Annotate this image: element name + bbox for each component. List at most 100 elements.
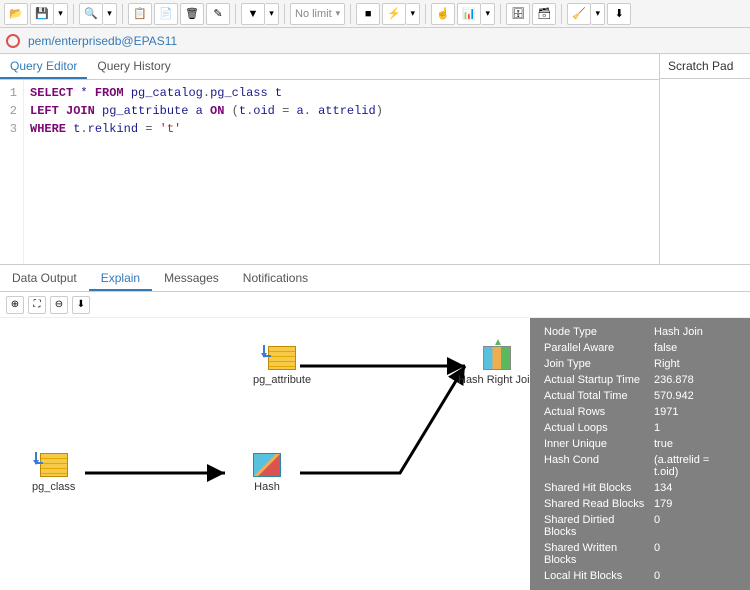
tooltip-key: Shared Hit Blocks bbox=[540, 480, 650, 496]
filter-dropdown[interactable]: ▾ bbox=[265, 3, 279, 25]
separator bbox=[561, 4, 562, 24]
explain-node-pg-class[interactable]: pg_class bbox=[32, 453, 75, 493]
tooltip-value: 0 bbox=[650, 568, 740, 584]
separator bbox=[73, 4, 74, 24]
copy-button[interactable]: 📋 bbox=[128, 3, 152, 25]
tooltip-key: Actual Total Time bbox=[540, 388, 650, 404]
sql-editor[interactable]: 1 2 3 SELECT * FROM pg_catalog.pg_class … bbox=[0, 80, 659, 264]
separator bbox=[425, 4, 426, 24]
tooltip-row: Shared Written Blocks0 bbox=[540, 540, 740, 568]
tooltip-key: Local Hit Blocks bbox=[540, 568, 650, 584]
hash-join-icon bbox=[483, 346, 511, 370]
filter-button[interactable]: ▼ bbox=[241, 3, 265, 25]
zoom-in-button[interactable]: ⊕ bbox=[6, 296, 24, 314]
commit-button[interactable]: 🗄 bbox=[506, 3, 530, 25]
node-label: pg_class bbox=[32, 481, 75, 493]
tooltip-row: Shared Read Blocks179 bbox=[540, 496, 740, 512]
open-file-button[interactable]: 📂 bbox=[4, 3, 28, 25]
tab-notifications[interactable]: Notifications bbox=[231, 265, 320, 291]
tooltip-value: (a.attrelid = t.oid) bbox=[650, 452, 740, 480]
tab-query-history[interactable]: Query History bbox=[87, 54, 180, 79]
connection-bar: pem/enterprisedb@EPAS11 bbox=[0, 28, 750, 54]
tooltip-key: Hash Cond bbox=[540, 452, 650, 480]
tooltip-table: Node TypeHash JoinParallel AwarefalseJoi… bbox=[540, 324, 740, 584]
seq-scan-icon bbox=[268, 346, 296, 370]
tab-query-editor[interactable]: Query Editor bbox=[0, 54, 87, 79]
clear-dropdown[interactable]: ▾ bbox=[591, 3, 605, 25]
execute-button[interactable]: ⚡ bbox=[382, 3, 406, 25]
tooltip-value: 134 bbox=[650, 480, 740, 496]
main-toolbar: 📂 💾 ▾ 🔍 ▾ 📋 📄 🗑 ✎ ▼ ▾ No limit▾ ■ ⚡ ▾ ☝ … bbox=[0, 0, 750, 28]
tooltip-value: true bbox=[650, 436, 740, 452]
paste-button[interactable]: 📄 bbox=[154, 3, 178, 25]
download-button[interactable]: ⬇ bbox=[607, 3, 631, 25]
editor-tabs: Query Editor Query History bbox=[0, 54, 659, 80]
tooltip-value: 1971 bbox=[650, 404, 740, 420]
tooltip-row: Actual Total Time570.942 bbox=[540, 388, 740, 404]
save-button[interactable]: 💾 bbox=[30, 3, 54, 25]
delete-button[interactable]: 🗑 bbox=[180, 3, 204, 25]
tooltip-row: Parallel Awarefalse bbox=[540, 340, 740, 356]
separator bbox=[235, 4, 236, 24]
tooltip-value: 179 bbox=[650, 496, 740, 512]
separator bbox=[122, 4, 123, 24]
code-content[interactable]: SELECT * FROM pg_catalog.pg_class tLEFT … bbox=[24, 80, 389, 264]
edit-button[interactable]: ✎ bbox=[206, 3, 230, 25]
tooltip-key: Actual Loops bbox=[540, 420, 650, 436]
explain-node-pg-attribute[interactable]: pg_attribute bbox=[253, 346, 311, 386]
tooltip-value: 0 bbox=[650, 540, 740, 568]
tab-data-output[interactable]: Data Output bbox=[0, 265, 89, 291]
separator bbox=[500, 4, 501, 24]
tooltip-row: Inner Uniquetrue bbox=[540, 436, 740, 452]
node-label: Hash Right Join bbox=[458, 374, 536, 386]
tab-explain[interactable]: Explain bbox=[89, 265, 152, 291]
tooltip-row: Actual Loops1 bbox=[540, 420, 740, 436]
tooltip-key: Inner Unique bbox=[540, 436, 650, 452]
tooltip-value: Right bbox=[650, 356, 740, 372]
find-dropdown[interactable]: ▾ bbox=[103, 3, 117, 25]
download-plan-button[interactable]: ⬇ bbox=[72, 296, 90, 314]
separator bbox=[350, 4, 351, 24]
explain-diagram[interactable]: pg_class pg_attribute Hash Hash Right Jo… bbox=[0, 318, 750, 513]
connection-label[interactable]: pem/enterprisedb@EPAS11 bbox=[28, 34, 177, 48]
execute-dropdown[interactable]: ▾ bbox=[406, 3, 420, 25]
output-tabs: Data Output Explain Messages Notificatio… bbox=[0, 264, 750, 292]
tooltip-row: Node TypeHash Join bbox=[540, 324, 740, 340]
tooltip-value: false bbox=[650, 340, 740, 356]
zoom-fit-button[interactable]: ⛶ bbox=[28, 296, 46, 314]
find-button[interactable]: 🔍 bbox=[79, 3, 103, 25]
rollback-button[interactable]: 🗃 bbox=[532, 3, 556, 25]
scratch-pad-label: Scratch Pad bbox=[660, 54, 750, 79]
tooltip-value: 1 bbox=[650, 420, 740, 436]
tooltip-key: Shared Read Blocks bbox=[540, 496, 650, 512]
tooltip-key: Parallel Aware bbox=[540, 340, 650, 356]
explain-node-hash-right-join[interactable]: Hash Right Join bbox=[458, 346, 536, 386]
tooltip-key: Actual Rows bbox=[540, 404, 650, 420]
explain-analyze-button[interactable]: 📊 bbox=[457, 3, 481, 25]
tooltip-row: Join TypeRight bbox=[540, 356, 740, 372]
tooltip-value: 570.942 bbox=[650, 388, 740, 404]
tooltip-row: Shared Hit Blocks134 bbox=[540, 480, 740, 496]
seq-scan-icon bbox=[40, 453, 68, 477]
tab-messages[interactable]: Messages bbox=[152, 265, 231, 291]
explain-button[interactable]: ☝ bbox=[431, 3, 455, 25]
tooltip-value: Hash Join bbox=[650, 324, 740, 340]
node-label: pg_attribute bbox=[253, 374, 311, 386]
scratch-pad-pane: Scratch Pad bbox=[660, 54, 750, 264]
zoom-out-button[interactable]: ⊖ bbox=[50, 296, 68, 314]
tooltip-key: Join Type bbox=[540, 356, 650, 372]
tooltip-row: Local Hit Blocks0 bbox=[540, 568, 740, 584]
explain-node-hash[interactable]: Hash bbox=[253, 453, 281, 493]
connection-status-icon bbox=[6, 34, 20, 48]
tooltip-value: 0 bbox=[650, 512, 740, 540]
tooltip-row: Hash Cond(a.attrelid = t.oid) bbox=[540, 452, 740, 480]
row-limit-select[interactable]: No limit▾ bbox=[290, 3, 345, 25]
explain-toolbar: ⊕ ⛶ ⊖ ⬇ bbox=[0, 292, 750, 318]
line-gutter: 1 2 3 bbox=[0, 80, 24, 264]
clear-button[interactable]: 🧹 bbox=[567, 3, 591, 25]
stop-button[interactable]: ■ bbox=[356, 3, 380, 25]
hash-icon bbox=[253, 453, 281, 477]
explain-dropdown[interactable]: ▾ bbox=[481, 3, 495, 25]
save-dropdown[interactable]: ▾ bbox=[54, 3, 68, 25]
tooltip-row: Actual Startup Time236.878 bbox=[540, 372, 740, 388]
